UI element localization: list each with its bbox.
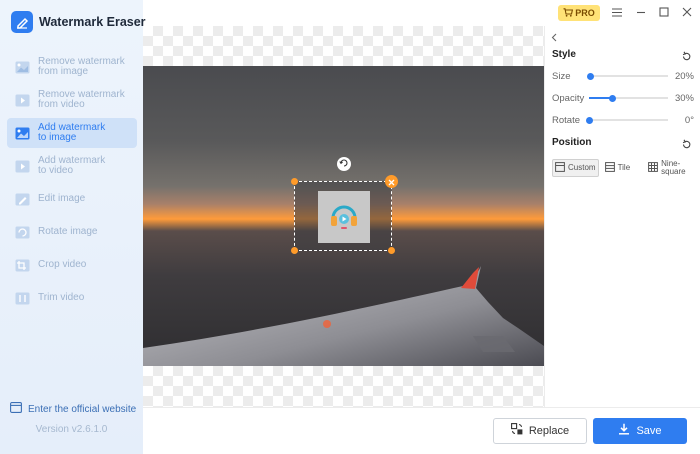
maximize-icon [659, 4, 669, 22]
minimize-button[interactable] [632, 4, 650, 22]
hamburger-menu-icon [612, 4, 622, 22]
sidebar-nav: Remove watermark from image Remove water… [7, 52, 137, 316]
sidebar-item-edit-image[interactable]: Edit image [7, 184, 137, 214]
cart-icon [563, 4, 574, 22]
rotate-slider[interactable] [585, 116, 668, 124]
settings-panel: Style Size 20% Opacity 30% Rotate 0° Pos… [544, 26, 700, 407]
slider-thumb[interactable] [587, 72, 595, 80]
close-icon [682, 4, 692, 22]
position-title: Position [552, 137, 592, 148]
app-logo-icon [11, 11, 33, 33]
official-website-link[interactable]: Enter the official website [10, 400, 136, 418]
chevron-left-icon [551, 29, 557, 47]
sidebar-item-label: Add watermark to image [38, 121, 106, 143]
sidebar-item-label: Remove watermark from image [38, 55, 125, 77]
sidebar-item-label: Rotate image [38, 225, 98, 237]
trim-video-icon [15, 292, 30, 305]
position-label: Nine- square [661, 159, 686, 176]
sidebar-item-add-watermark-image[interactable]: Add watermark to image [7, 118, 137, 148]
browser-icon [10, 400, 22, 418]
official-website-label: Enter the official website [28, 403, 137, 415]
preview-image [143, 66, 544, 366]
position-nine-square-option[interactable]: Nine- square [646, 159, 687, 177]
sidebar-item-add-watermark-video[interactable]: Add watermark to video [7, 151, 137, 181]
brand: Watermark Eraser [11, 11, 146, 33]
app-title: Watermark Eraser [39, 15, 146, 29]
crop-video-icon [15, 259, 30, 272]
rotate-icon [339, 155, 349, 173]
headphones-icon [327, 198, 361, 237]
sidebar-item-trim-video[interactable]: Trim video [7, 283, 137, 313]
sidebar-item-rotate-image[interactable]: Rotate image [7, 217, 137, 247]
position-label: Custom [568, 163, 596, 172]
minimize-icon [636, 4, 646, 22]
menu-button[interactable] [608, 4, 626, 22]
slider-value: 30% [674, 93, 694, 104]
save-label: Save [636, 425, 662, 437]
slider-label: Opacity [552, 93, 585, 104]
video-add-icon [15, 160, 30, 173]
sidebar-item-label: Add watermark to video [38, 154, 106, 176]
sidebar: Watermark Eraser Remove watermark from i… [0, 0, 146, 454]
style-title: Style [552, 49, 576, 60]
rotate-image-icon [15, 226, 30, 239]
rotate-slider-row: Rotate 0° [552, 113, 694, 127]
save-button[interactable]: Save [593, 418, 687, 444]
custom-position-icon [555, 159, 565, 177]
image-add-icon [15, 127, 30, 140]
replace-button[interactable]: Replace [493, 418, 587, 444]
slider-thumb[interactable] [585, 116, 593, 124]
position-tile-option[interactable]: Tile [603, 159, 633, 177]
sidebar-item-label: Crop video [38, 258, 87, 270]
resize-handle-bottom-right[interactable] [388, 247, 395, 254]
watermark-selection-box[interactable] [291, 175, 398, 254]
slider-thumb[interactable] [609, 94, 617, 102]
watermark-image [318, 191, 370, 243]
canvas-area [143, 26, 544, 407]
tile-icon [604, 159, 615, 177]
reset-position-icon[interactable] [681, 137, 692, 149]
slider-value: 0° [684, 115, 694, 126]
close-icon [388, 173, 395, 191]
download-icon [618, 422, 630, 440]
sidebar-item-label: Remove watermark from video [38, 88, 125, 110]
close-button[interactable] [678, 4, 696, 22]
resize-handle-top-left[interactable] [291, 178, 298, 185]
image-edit-icon [15, 193, 30, 206]
opacity-slider[interactable] [589, 94, 668, 102]
position-custom-option[interactable]: Custom [552, 159, 599, 177]
replace-label: Replace [528, 425, 570, 437]
sidebar-item-label: Edit image [38, 192, 86, 204]
position-label: Tile [617, 163, 631, 172]
sidebar-item-label: Trim video [38, 291, 85, 303]
pro-label: PRO [575, 8, 595, 18]
back-button[interactable] [551, 32, 563, 44]
size-slider-row: Size 20% [552, 69, 694, 83]
replace-icon [510, 422, 523, 440]
sidebar-item-remove-watermark-video[interactable]: Remove watermark from video [7, 85, 137, 115]
rotate-handle[interactable] [337, 157, 351, 171]
bottom-bar: Replace Save [143, 407, 700, 454]
opacity-slider-row: Opacity 30% [552, 91, 694, 105]
slider-label: Size [552, 71, 571, 82]
sidebar-item-crop-video[interactable]: Crop video [7, 250, 137, 280]
size-slider[interactable] [587, 72, 668, 80]
slider-label: Rotate [552, 115, 580, 126]
video-eraser-icon [15, 94, 30, 107]
remove-watermark-button[interactable] [385, 175, 398, 188]
maximize-button[interactable] [655, 4, 673, 22]
resize-handle-bottom-left[interactable] [291, 247, 298, 254]
slider-value: 20% [674, 71, 694, 82]
nine-square-icon [648, 159, 659, 177]
image-eraser-icon [15, 61, 30, 74]
reset-style-icon[interactable] [681, 49, 692, 61]
version-text: Version v2.6.1.0 [35, 424, 108, 435]
sidebar-item-remove-watermark-image[interactable]: Remove watermark from image [7, 52, 137, 82]
pro-button[interactable]: PRO [558, 5, 600, 21]
position-options: Custom Tile Nine- square [552, 159, 694, 177]
